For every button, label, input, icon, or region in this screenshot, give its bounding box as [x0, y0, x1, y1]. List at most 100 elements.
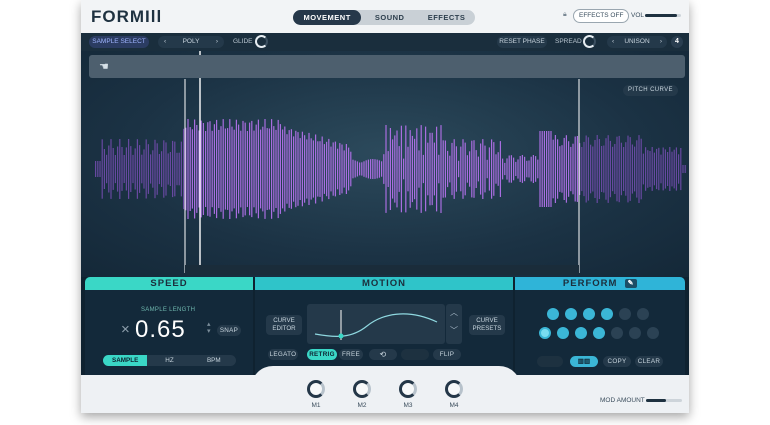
waveform-bar	[420, 125, 422, 213]
waveform-bar	[541, 131, 543, 207]
waveform-display[interactable]: ☚ PITCH CURVE	[81, 51, 689, 277]
region-bottom-bar[interactable]	[185, 265, 579, 275]
curve-presets-button[interactable]: CURVE PRESETS	[469, 315, 505, 335]
snap-button[interactable]: SNAP	[217, 325, 241, 336]
perform-pad[interactable]	[547, 308, 559, 320]
waveform-bar	[374, 159, 376, 179]
free-button[interactable]: FREE	[339, 349, 363, 360]
waveform-bar	[326, 141, 328, 197]
speed-value[interactable]: 0.65	[135, 316, 186, 344]
waveform-bar	[136, 139, 138, 199]
waveform-bar	[477, 156, 479, 182]
perform-pad[interactable]	[619, 308, 631, 320]
glide-knob[interactable]	[255, 35, 268, 48]
curve-preset-stepper[interactable]: ︿ ﹀	[446, 304, 462, 344]
waveform-bar	[671, 151, 673, 187]
waveform-bar	[396, 130, 398, 208]
perform-grid-icon[interactable]: ▥▥	[570, 356, 598, 367]
unison-next-button[interactable]: ›	[660, 36, 662, 48]
waveform-scrollbar[interactable]: ☚	[89, 55, 685, 78]
chevron-up-icon[interactable]: ︿	[450, 308, 458, 317]
waveform-bar	[141, 154, 143, 184]
waveform-bar	[464, 142, 466, 196]
flip-button[interactable]: FLIP	[433, 349, 461, 360]
chevron-down-icon[interactable]: ﹀	[450, 326, 458, 335]
waveform-bar	[163, 140, 165, 198]
waveform-bar	[607, 135, 609, 203]
perform-pad[interactable]	[539, 327, 551, 339]
macro-knob-m3[interactable]	[399, 380, 417, 398]
volume-slider[interactable]	[645, 14, 681, 17]
disabled-button	[401, 349, 429, 360]
perform-pad[interactable]	[647, 327, 659, 339]
copy-button[interactable]: COPY	[603, 356, 631, 367]
pitch-curve-button[interactable]: PITCH CURVE	[623, 85, 678, 96]
mod-amount-slider[interactable]	[646, 399, 682, 402]
waveform-bar	[394, 135, 396, 203]
tab-movement[interactable]: MOVEMENT	[293, 10, 362, 25]
waveform-bar	[559, 146, 561, 192]
waveform-bar	[407, 146, 409, 192]
waveform-bar	[227, 128, 229, 210]
perform-pad[interactable]	[629, 327, 641, 339]
tab-sound[interactable]: SOUND	[361, 10, 418, 25]
retrig-button[interactable]: RETRIG	[307, 349, 337, 360]
macro-knob-m2[interactable]	[353, 380, 371, 398]
waveform-bar	[664, 149, 666, 189]
speed-stepper-icon[interactable]: ▴ ▾	[207, 321, 211, 335]
waveform-bar	[361, 162, 363, 176]
perform-pad[interactable]	[637, 308, 649, 320]
lock-icon: 🔒︎	[563, 11, 567, 18]
mode-sample-button[interactable]: SAMPLE	[103, 355, 148, 366]
waveform-bar	[332, 142, 334, 196]
spread-knob[interactable]	[583, 35, 596, 48]
mode-hz-button[interactable]: HZ	[147, 355, 191, 366]
mod-amount-fill	[646, 399, 666, 402]
motion-curve-display[interactable]	[307, 304, 445, 344]
tab-effects[interactable]: EFFECTS	[418, 10, 475, 25]
legato-button[interactable]: LEGATO	[268, 349, 298, 360]
loop-icon[interactable]: ⟲	[369, 349, 397, 360]
waveform-bar	[271, 119, 273, 219]
perform-pad[interactable]	[593, 327, 605, 339]
waveform-bar	[95, 161, 97, 177]
reset-phase-button[interactable]: RESET PHASE	[497, 36, 547, 48]
unison-selector[interactable]: ‹ UNISON ›	[607, 36, 667, 48]
waveform-bar	[552, 139, 554, 199]
waveform-bar	[253, 130, 255, 208]
perform-pad[interactable]	[601, 308, 613, 320]
waveform-bar	[108, 145, 110, 193]
waveform-bar	[246, 131, 248, 207]
waveform-bar	[376, 159, 378, 179]
waveform-bar	[658, 147, 660, 191]
waveform-bar	[180, 141, 182, 197]
unison-prev-button[interactable]: ‹	[612, 36, 614, 48]
poly-next-button[interactable]: ›	[216, 36, 218, 48]
effects-off-button[interactable]: EFFECTS OFF	[573, 9, 630, 23]
perform-pad[interactable]	[557, 327, 569, 339]
perform-pad[interactable]	[611, 327, 623, 339]
waveform-bar	[154, 139, 156, 199]
waveform-bar	[561, 145, 563, 193]
poly-selector[interactable]: ‹ POLY ›	[158, 36, 224, 48]
perform-pad[interactable]	[565, 308, 577, 320]
macro-knob-m1[interactable]	[307, 380, 325, 398]
perform-pad[interactable]	[575, 327, 587, 339]
macro-knob-m4[interactable]	[445, 380, 463, 398]
waveform-bar	[233, 129, 235, 209]
sample-select-button[interactable]: SAMPLE SELECT	[89, 36, 149, 48]
waveform-bar	[517, 159, 519, 179]
waveform-bar	[176, 152, 178, 186]
curve-editor-button[interactable]: CURVE EDITOR	[266, 315, 302, 335]
clear-button[interactable]: CLEAR	[635, 356, 663, 367]
waveform-bar	[462, 139, 464, 199]
waveform-bar	[673, 149, 675, 189]
wrench-icon[interactable]: ✎	[625, 278, 638, 288]
poly-prev-button[interactable]: ‹	[164, 36, 166, 48]
waveform-bar	[504, 162, 506, 176]
mode-bpm-button[interactable]: BPM	[192, 355, 236, 366]
waveform-bar	[387, 151, 389, 187]
waveform-bar	[640, 138, 642, 200]
waveform-bar	[293, 136, 295, 202]
perform-pad[interactable]	[583, 308, 595, 320]
